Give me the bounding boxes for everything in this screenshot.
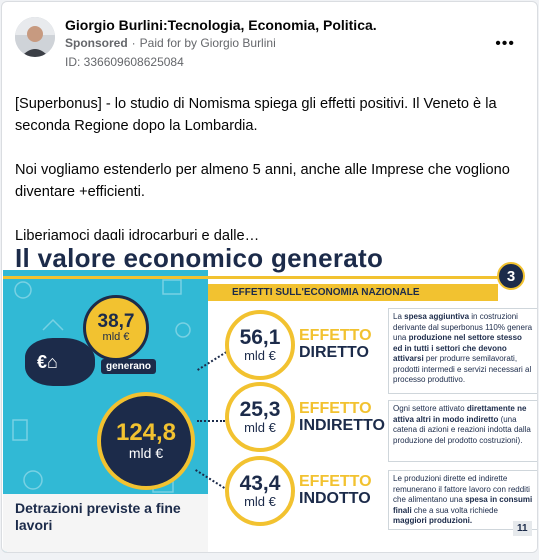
more-options-icon[interactable]: ••• [495, 35, 515, 53]
effect-value: 25,3 [239, 398, 281, 421]
arrow-indiretto-icon [197, 420, 225, 422]
infographic-title: Il valore economico generato [15, 243, 384, 273]
author-name[interactable]: Giorgio Burlini:Tecnologia, Economia, Po… [65, 17, 377, 33]
effect-coin-indiretto: 25,3 mld € [225, 382, 295, 452]
effect-value: 56,1 [239, 326, 281, 349]
effect-desc-part: spesa aggiuntiva [404, 312, 470, 321]
section-number-badge: 3 [497, 262, 525, 290]
effect-coin-indotto: 43,4 mld € [225, 456, 295, 526]
effect-value: 43,4 [239, 472, 281, 495]
effect-desc-part: La [393, 312, 405, 321]
effect-desc-part: maggiori produzioni. [393, 516, 473, 525]
coin-big-value: 124,8 [115, 419, 177, 446]
effect-unit: mld € [244, 494, 276, 509]
effect-unit: mld € [244, 348, 276, 363]
post-paragraph: [Superbonus] - lo studio di Nomisma spie… [15, 96, 497, 134]
post-meta: Sponsored · Paid for by Giorgio Burlini [65, 36, 276, 50]
effect-label-diretto: EFFETTO DIRETTO [299, 327, 372, 361]
page-number: 11 [513, 521, 532, 536]
effect-label-indiretto: EFFETTO INDIRETTO [299, 400, 385, 434]
effect-desc-part: che a sua volta richiede [411, 505, 498, 515]
effect-unit: mld € [244, 420, 276, 435]
effects-banner: EFFETTI SULL'ECONOMIA NAZIONALE [208, 284, 498, 301]
avatar-photo-icon [15, 17, 55, 57]
effect-label-bottom: INDIRETTO [299, 417, 385, 434]
piggy-bank-icon: €⌂ [25, 338, 95, 386]
coin-big: 124,8 mld € [97, 392, 195, 490]
effect-label-top: EFFETTO [299, 473, 372, 490]
effect-label-bottom: INDOTTO [299, 490, 371, 507]
effect-desc-part: Ogni settore attivato [393, 404, 467, 413]
generano-label: generano [101, 359, 157, 374]
effect-label-indotto: EFFETTO INDOTTO [299, 473, 372, 507]
effect-desc-diretto: La spesa aggiuntiva in costruzioni deriv… [388, 308, 537, 394]
coin-small-unit: mld € [102, 331, 130, 344]
effect-label-top: EFFETTO [299, 400, 372, 417]
effect-desc-indiretto: Ogni settore attivato direttamente ne at… [388, 400, 537, 462]
effect-label-top: EFFETTO [299, 327, 372, 344]
effect-coin-diretto: 56,1 mld € [225, 310, 295, 380]
infographic-image[interactable]: Il valore economico generato 3 EFFETTI S… [3, 240, 537, 552]
post-paragraph: Noi vogliamo estenderlo per almeno 5 ann… [15, 162, 510, 200]
effect-label-bottom: DIRETTO [299, 344, 369, 361]
detrazioni-caption: Detrazioni previste a fine lavori [3, 494, 208, 552]
ad-id: ID: 336609608625084 [65, 55, 184, 69]
coin-big-unit: mld € [128, 445, 164, 461]
author-avatar[interactable] [15, 17, 55, 57]
coin-small-value: 38,7 [97, 311, 135, 333]
sponsored-label[interactable]: Sponsored [65, 36, 128, 50]
separator-dot-icon: · [131, 36, 136, 50]
ad-post-card: Giorgio Burlini:Tecnologia, Economia, Po… [1, 1, 538, 553]
paid-for-label: Paid for by Giorgio Burlini [139, 36, 276, 50]
